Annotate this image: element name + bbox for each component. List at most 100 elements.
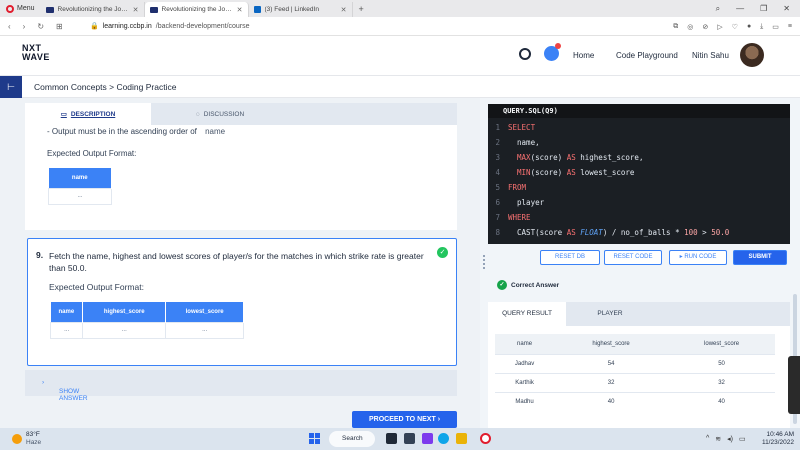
close-tab-icon[interactable]: ✕ <box>133 6 139 14</box>
reset-db-button[interactable]: RESET DB <box>540 250 600 265</box>
drag-handle-icon[interactable] <box>483 255 485 269</box>
code-line[interactable]: 8 CAST(score AS FLOAT) / no_of_balls * 1… <box>488 225 790 240</box>
completed-check-icon: ✓ <box>437 247 448 258</box>
code-line[interactable]: 4 MIN(score) AS lowest_score <box>488 165 790 180</box>
minimize-icon[interactable]: — <box>736 4 744 13</box>
code-editor[interactable]: QUERY.SQL(Q9) 1 SELECT 2 name, 3 MAX(scor… <box>488 104 790 244</box>
correct-answer-status: ✓ Correct Answer <box>497 280 559 290</box>
show-answer-button[interactable]: SHOW ANSWER › <box>25 370 457 402</box>
requirement-text: - Output must be in the ascending order … <box>47 127 225 136</box>
line-number: 2 <box>495 138 500 147</box>
forward-icon[interactable]: › <box>23 22 26 31</box>
windows-start-icon[interactable] <box>309 433 320 444</box>
tab-player[interactable]: PLAYER <box>588 302 632 326</box>
taskbar-search[interactable]: Search <box>329 431 375 447</box>
search-tabs-icon[interactable]: ⌕ <box>716 4 720 14</box>
code-line[interactable]: 7 WHERE <box>488 210 790 225</box>
editor-filename: QUERY.SQL(Q9) <box>488 104 790 118</box>
reset-code-button[interactable]: RESET CODE <box>604 250 662 265</box>
browser-tab-2[interactable]: Revolutionizing the Job Ma ✕ <box>144 2 249 17</box>
nav-home-link[interactable]: Home <box>573 51 594 60</box>
camera-icon[interactable]: ◎ <box>687 23 693 31</box>
tab-title: Revolutionizing the Job Ma <box>57 6 129 13</box>
code-line[interactable]: 2 name, <box>488 135 790 150</box>
breadcrumb[interactable]: Common Concepts > Coding Practice <box>34 82 176 92</box>
table-cell: ... <box>48 187 112 205</box>
back-icon[interactable]: ‹ <box>8 22 11 31</box>
result-tabs: QUERY RESULT PLAYER <box>488 302 790 326</box>
battery-icon[interactable]: ▭ <box>772 23 779 31</box>
show-answer-label: SHOW ANSWER › <box>42 379 88 402</box>
heart-icon[interactable]: ♡ <box>732 23 738 31</box>
shield-icon[interactable]: ⊘ <box>702 23 708 31</box>
expected-output-label: Expected Output Format: <box>47 149 137 158</box>
screen-tools-panel[interactable] <box>788 356 800 414</box>
close-tab-icon[interactable]: ✕ <box>237 6 243 14</box>
table-cell: 54 <box>554 353 669 373</box>
browser-tab-3[interactable]: (3) Feed | LinkedIn ✕ <box>249 2 353 17</box>
tiles-icon[interactable]: ⊞ <box>56 22 63 31</box>
expected-output-table: name ... <box>48 168 112 205</box>
browser-menu-button[interactable]: Menu <box>0 0 41 17</box>
expected-output-label: Expected Output Format: <box>49 282 144 292</box>
edge-icon[interactable] <box>438 433 449 444</box>
result-panel: QUERY RESULT PLAYER name highest_score l… <box>488 302 790 428</box>
tab-discussion-label: DISCUSSION <box>203 110 245 118</box>
nav-buttons: ‹ › ↻ ⊞ <box>0 22 90 31</box>
volume-icon[interactable]: ◂) <box>727 435 733 443</box>
table-row: Madhu 40 40 <box>495 391 775 411</box>
ccbp-favicon-icon <box>149 6 158 13</box>
submit-button[interactable]: SUBMIT <box>733 250 787 265</box>
teams-icon[interactable] <box>422 433 433 444</box>
table-cell: ... <box>165 321 244 339</box>
new-tab-button[interactable]: + <box>353 4 370 14</box>
download-icon[interactable]: ⤓ <box>760 23 763 31</box>
clock-date[interactable]: 11/23/2022 <box>752 439 794 446</box>
run-code-button[interactable]: ▸ RUN CODE <box>669 250 727 265</box>
tab-description[interactable]: ▭ DESCRIPTION <box>25 103 151 125</box>
question-number: 9. <box>36 250 44 260</box>
avatar[interactable] <box>740 43 764 67</box>
line-number: 7 <box>495 213 500 222</box>
reload-icon[interactable]: ↻ <box>37 22 44 31</box>
column-header: name <box>48 168 112 188</box>
user-name[interactable]: Nitin Sahu <box>692 51 729 60</box>
settings-icon[interactable]: ≡ <box>788 23 792 30</box>
nav-code-playground-link[interactable]: Code Playground <box>616 51 678 60</box>
code-line[interactable]: 6 player <box>488 195 790 210</box>
send-icon[interactable]: ▷ <box>717 23 722 31</box>
tab-discussion[interactable]: ◌ DISCUSSION <box>175 103 265 125</box>
widgets-icon[interactable] <box>404 433 415 444</box>
browser-tab-1[interactable]: Revolutionizing the Job Ma ✕ <box>41 2 145 17</box>
file-explorer-icon[interactable] <box>456 433 467 444</box>
nxtwave-logo[interactable]: NXT WAVE <box>22 44 50 62</box>
close-tab-icon[interactable]: ✕ <box>341 6 347 14</box>
status-text: Correct Answer <box>511 281 560 289</box>
account-icon[interactable]: ● <box>747 23 751 30</box>
timer-icon[interactable] <box>519 48 531 60</box>
close-window-icon[interactable]: ✕ <box>783 4 790 13</box>
restore-icon[interactable]: ❐ <box>760 4 767 13</box>
browser-tab-bar: Menu Revolutionizing the Job Ma ✕ Revolu… <box>0 0 800 17</box>
clock-time[interactable]: 10:46 AM <box>760 431 794 438</box>
code-line[interactable]: 1 SELECT <box>488 120 790 135</box>
table-cell: Karthik <box>495 372 555 392</box>
wifi-icon[interactable]: ≋ <box>715 435 721 443</box>
description-icon: ▭ <box>60 111 67 118</box>
opera-icon[interactable] <box>480 433 491 444</box>
translate-icon[interactable]: ⧉ <box>673 23 678 31</box>
app-header: NXT WAVE Home Code Playground Nitin Sahu <box>0 36 800 76</box>
tab-query-result[interactable]: QUERY RESULT <box>488 302 566 326</box>
chevron-up-icon[interactable]: ^ <box>706 435 709 443</box>
editor-pane: QUERY.SQL(Q9) 1 SELECT 2 name, 3 MAX(scor… <box>488 98 800 428</box>
url-host: learning.ccbp.in <box>102 22 152 30</box>
proceed-to-next-button[interactable]: PROCEED TO NEXT › <box>352 411 457 428</box>
battery-icon[interactable]: ▭ <box>739 435 746 443</box>
table-cell: Jadhav <box>495 353 555 373</box>
code-line[interactable]: 3 MAX(score) AS highest_score, <box>488 150 790 165</box>
code-line[interactable]: 5 FROM <box>488 180 790 195</box>
sidebar-toggle-icon[interactable]: ⊢ <box>0 76 22 98</box>
weather-sun-icon[interactable] <box>12 434 22 444</box>
task-view-icon[interactable] <box>386 433 397 444</box>
url-field[interactable]: 🔒 learning.ccbp.in/backend-development/c… <box>90 22 250 31</box>
